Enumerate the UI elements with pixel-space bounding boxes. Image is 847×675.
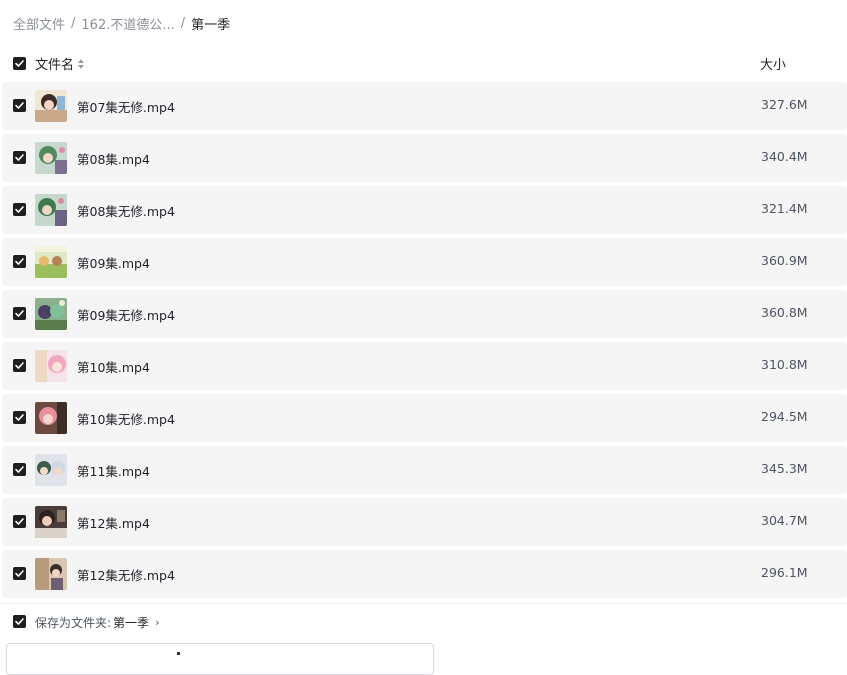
column-header-name-label: 文件名	[35, 58, 75, 73]
video-thumbnail	[35, 506, 67, 538]
divider	[0, 603, 847, 604]
file-checkbox[interactable]	[13, 307, 26, 320]
file-size: 340.4M	[761, 149, 808, 164]
file-checkbox[interactable]	[13, 151, 26, 164]
file-list: 第07集无修.mp4 327.6M 第08集.mp4 340.4M 第08集无修…	[2, 82, 847, 602]
file-name: 第08集.mp4	[77, 152, 150, 167]
file-size: 296.1M	[761, 565, 808, 580]
check-icon	[15, 570, 24, 577]
file-name: 第10集.mp4	[77, 360, 150, 375]
file-name: 第10集无修.mp4	[77, 412, 175, 427]
file-row[interactable]: 第08集无修.mp4 321.4M	[2, 186, 847, 234]
file-row[interactable]: 第10集无修.mp4 294.5M	[2, 394, 847, 442]
video-thumbnail	[35, 298, 67, 330]
save-as-folder-checkbox[interactable]	[13, 615, 26, 628]
file-name: 第09集.mp4	[77, 256, 150, 271]
breadcrumb-root[interactable]: 全部文件	[13, 14, 65, 33]
check-icon	[15, 258, 24, 265]
file-row[interactable]: 第12集.mp4 304.7M	[2, 498, 847, 546]
file-size: 310.8M	[761, 357, 808, 372]
check-icon	[15, 414, 24, 421]
video-thumbnail	[35, 402, 67, 434]
sort-icon[interactable]	[78, 58, 85, 70]
file-size: 360.9M	[761, 253, 808, 268]
file-row[interactable]: 第12集无修.mp4 296.1M	[2, 550, 847, 598]
check-icon	[15, 154, 24, 161]
column-header-size: 大小	[760, 58, 787, 73]
file-checkbox[interactable]	[13, 411, 26, 424]
video-thumbnail	[35, 454, 67, 486]
save-as-folder-label: 保存为文件夹:	[35, 616, 112, 630]
file-size: 345.3M	[761, 461, 808, 476]
file-name: 第11集.mp4	[77, 464, 150, 479]
video-thumbnail	[35, 246, 67, 278]
check-icon	[15, 362, 24, 369]
select-all-checkbox[interactable]	[13, 57, 26, 70]
file-row[interactable]: 第08集.mp4 340.4M	[2, 134, 847, 182]
check-icon	[15, 466, 24, 473]
check-icon	[15, 518, 24, 525]
file-checkbox[interactable]	[13, 359, 26, 372]
video-thumbnail	[35, 90, 67, 122]
breadcrumb-current: 第一季	[191, 17, 231, 33]
file-name: 第07集无修.mp4	[77, 100, 175, 115]
chevron-right-icon[interactable]: ›	[155, 616, 159, 629]
file-size: 321.4M	[761, 201, 808, 216]
file-size: 360.8M	[761, 305, 808, 320]
check-icon	[15, 310, 24, 317]
bottom-panel	[6, 643, 434, 675]
save-as-folder-option: 保存为文件夹: 第一季 ›	[0, 612, 847, 632]
breadcrumb-parent[interactable]: 162.不道德公...	[81, 14, 174, 33]
video-thumbnail	[35, 350, 67, 382]
file-row[interactable]: 第11集.mp4 345.3M	[2, 446, 847, 494]
file-name: 第09集无修.mp4	[77, 308, 175, 323]
check-icon	[15, 60, 24, 67]
file-row[interactable]: 第10集.mp4 310.8M	[2, 342, 847, 390]
file-size: 327.6M	[761, 97, 808, 112]
breadcrumb-separator: /	[71, 15, 76, 31]
video-thumbnail	[35, 558, 67, 590]
check-icon	[15, 618, 24, 625]
file-checkbox[interactable]	[13, 255, 26, 268]
file-checkbox[interactable]	[13, 567, 26, 580]
file-size: 304.7M	[761, 513, 808, 528]
column-header-name[interactable]: 文件名	[35, 54, 85, 73]
file-size: 294.5M	[761, 409, 808, 424]
file-name: 第08集无修.mp4	[77, 204, 175, 219]
file-checkbox[interactable]	[13, 515, 26, 528]
video-thumbnail	[35, 194, 67, 226]
file-checkbox[interactable]	[13, 99, 26, 112]
file-row[interactable]: 第09集无修.mp4 360.8M	[2, 290, 847, 338]
check-icon	[15, 102, 24, 109]
save-folder-name[interactable]: 第一季	[113, 614, 149, 631]
file-checkbox[interactable]	[13, 463, 26, 476]
file-list-header: 文件名 大小	[0, 48, 847, 78]
file-row[interactable]: 第07集无修.mp4 327.6M	[2, 82, 847, 130]
save-as-folder-text: 保存为文件夹: 第一季 ›	[35, 614, 159, 631]
file-checkbox[interactable]	[13, 203, 26, 216]
file-row[interactable]: 第09集.mp4 360.9M	[2, 238, 847, 286]
check-icon	[15, 206, 24, 213]
file-name: 第12集.mp4	[77, 516, 150, 531]
breadcrumb: 全部文件 / 162.不道德公... / 第一季	[13, 13, 230, 33]
file-name: 第12集无修.mp4	[77, 568, 175, 583]
video-thumbnail	[35, 142, 67, 174]
breadcrumb-separator: /	[180, 15, 186, 31]
